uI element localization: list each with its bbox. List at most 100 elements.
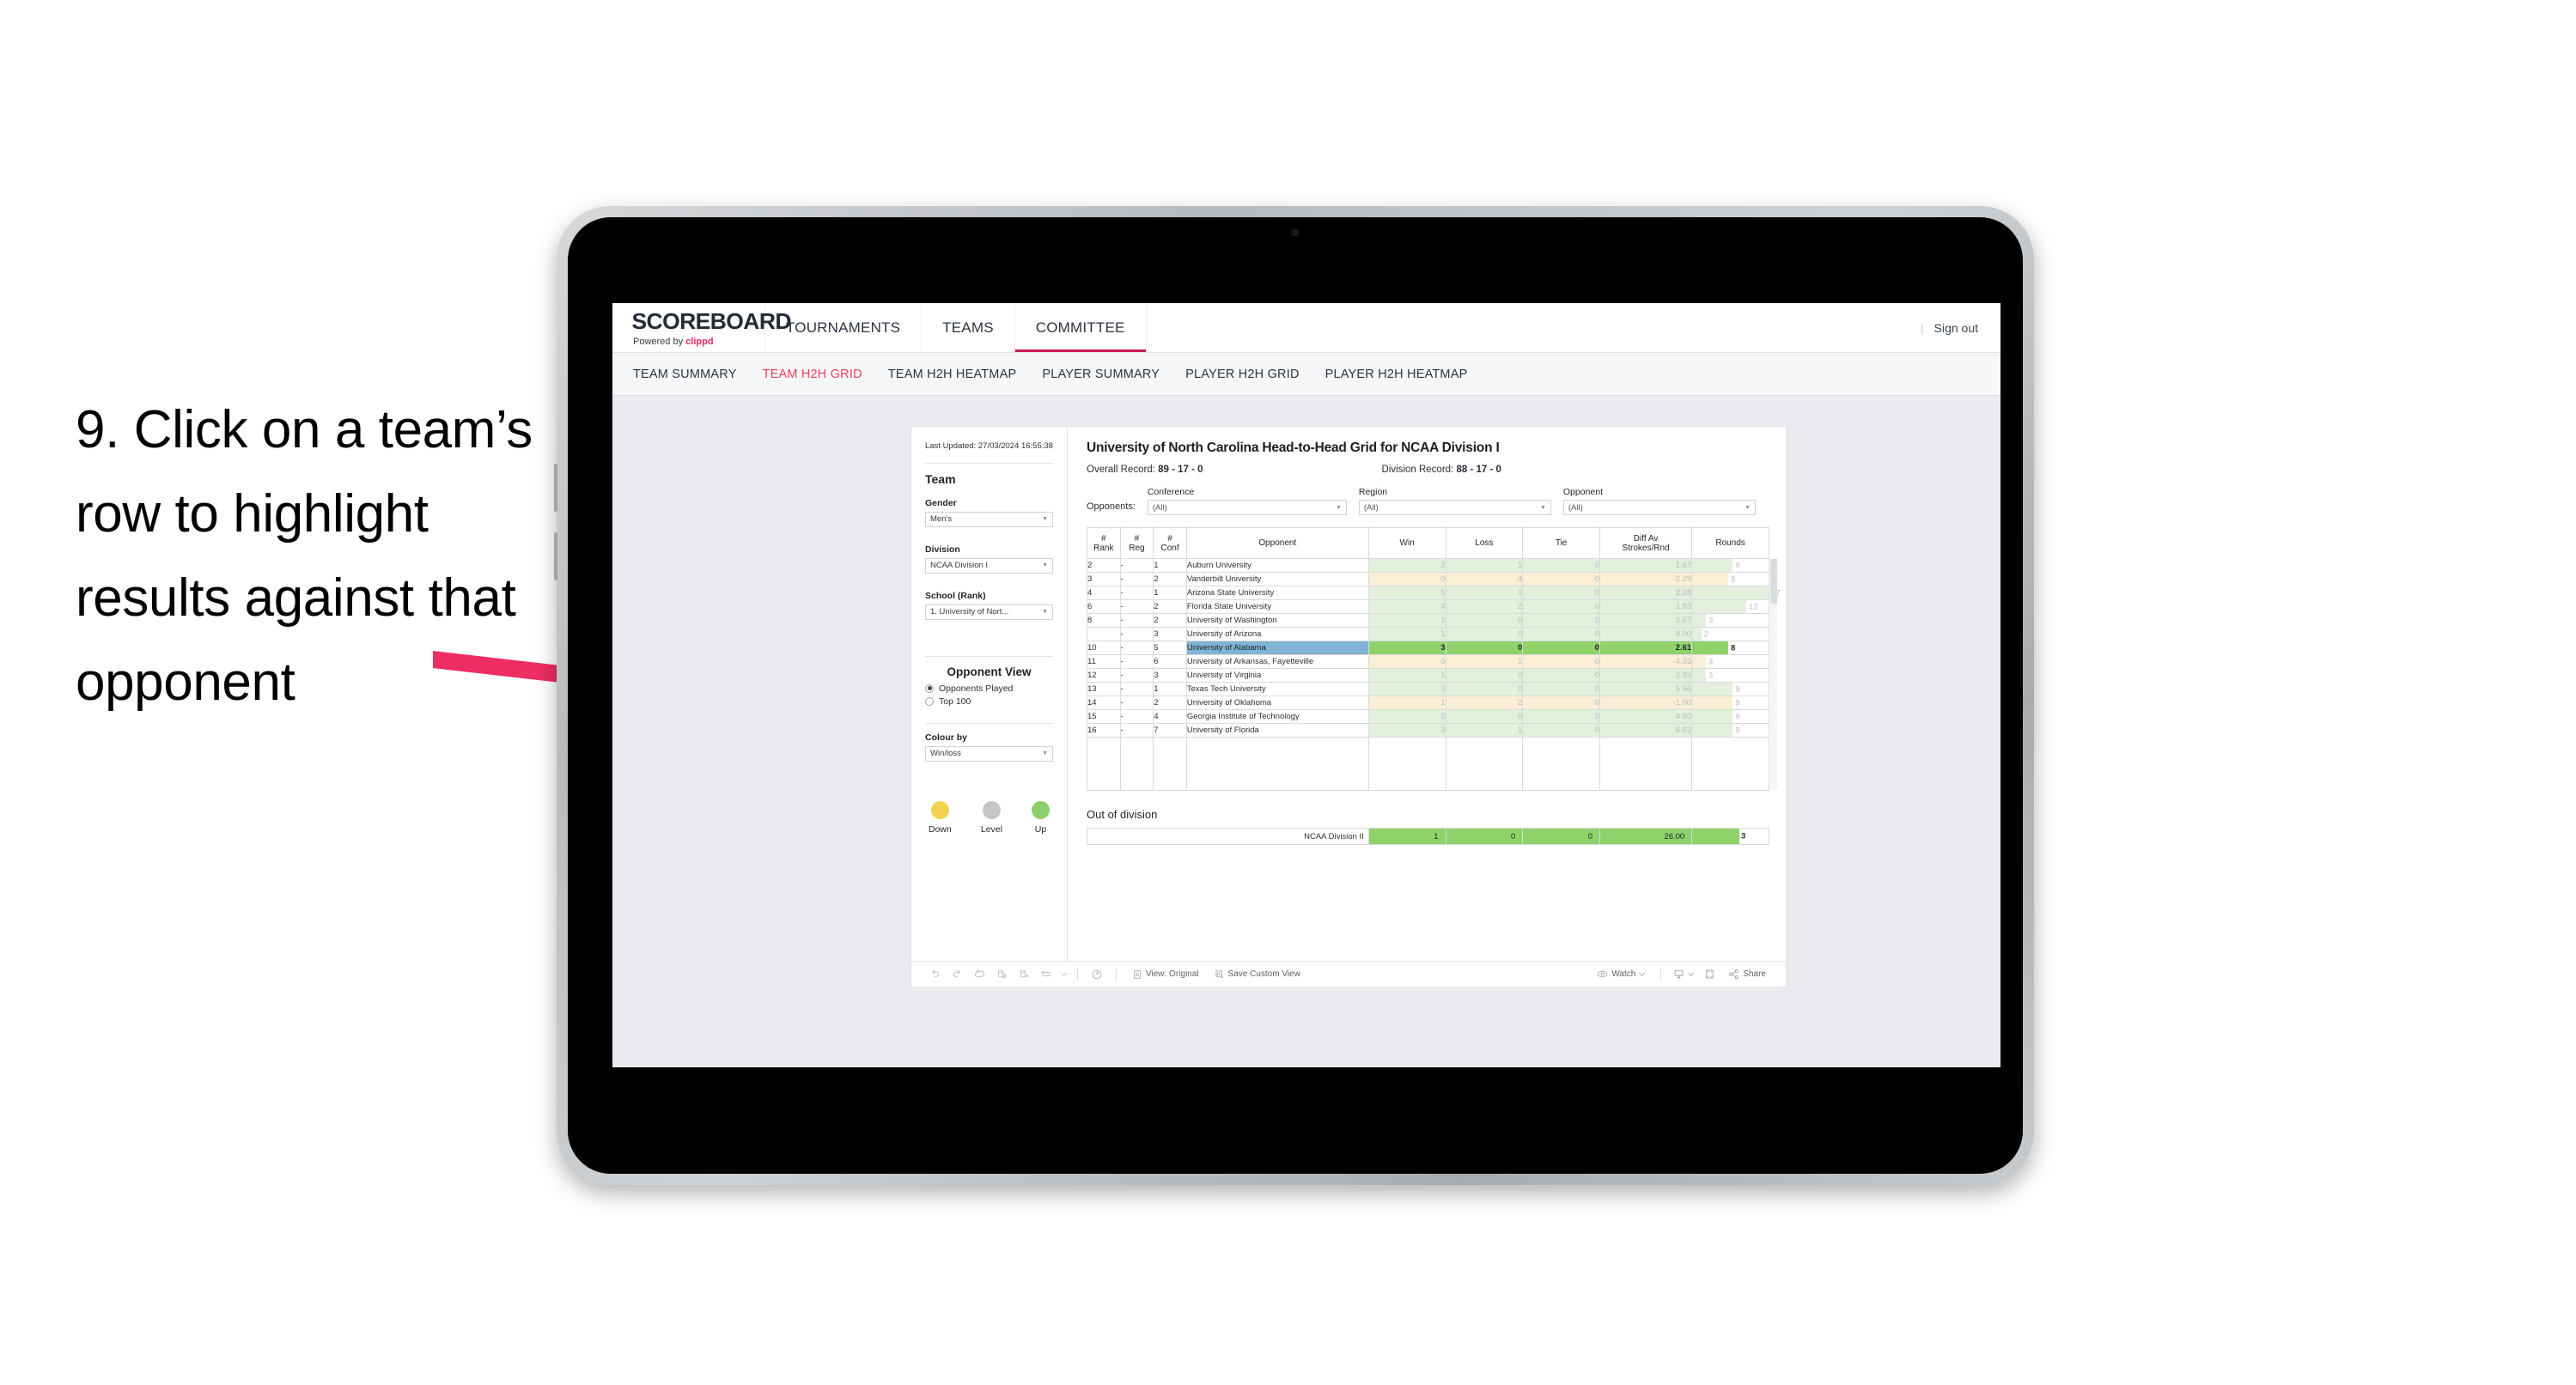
nav-tab-tournaments[interactable]: TOURNAMENTS bbox=[765, 303, 923, 352]
rounds-value: 12 bbox=[1748, 602, 1758, 611]
refresh-data-icon[interactable] bbox=[990, 965, 1013, 984]
toolbar-divider-2 bbox=[1116, 968, 1117, 981]
app-logo[interactable]: SCOREBOARD Powered by clippd bbox=[612, 303, 792, 352]
table-row[interactable]: 10-5 University of Alabama 3 0 0 2.61 8 bbox=[1087, 641, 1769, 655]
table-row[interactable]: 2-1 Auburn University 2 1 0 1.67 9 bbox=[1087, 558, 1769, 573]
subnav-team-summary[interactable]: TEAM SUMMARY bbox=[633, 368, 737, 381]
loop-icon[interactable] bbox=[1035, 965, 1057, 984]
table-row[interactable]: -3 University of Arizona 1 0 0 9.00 2 bbox=[1087, 627, 1769, 641]
rounds-bar bbox=[1692, 696, 1733, 709]
grid-vertical-scrollbar[interactable] bbox=[1770, 559, 1777, 789]
table-row[interactable]: 14-2 University of Oklahoma 1 2 0 -1.00 9 bbox=[1087, 696, 1769, 710]
legend-item-up: Up bbox=[1032, 800, 1050, 835]
subnav-player-summary[interactable]: PLAYER SUMMARY bbox=[1042, 368, 1160, 381]
cell-rank: 13 bbox=[1087, 682, 1121, 696]
subnav-team-h2h-grid[interactable]: TEAM H2H GRID bbox=[763, 368, 862, 381]
cell-loss: 1 bbox=[1445, 654, 1524, 669]
colour-by-label: Colour by bbox=[925, 732, 967, 743]
subnav-team-h2h-heatmap[interactable]: TEAM H2H HEATMAP bbox=[888, 368, 1017, 381]
colour-by-dropdown[interactable]: Win/loss ▼ bbox=[925, 745, 1053, 762]
cell-reg: - bbox=[1119, 558, 1154, 573]
conference-filter-value: (All) bbox=[1152, 502, 1167, 513]
download-button[interactable] bbox=[1669, 969, 1698, 980]
rounds-value: 3 bbox=[1708, 671, 1714, 680]
radio-opponents-played[interactable]: Opponents Played bbox=[925, 683, 1053, 694]
eye-icon bbox=[1598, 970, 1608, 978]
gender-dropdown[interactable]: Men’s ▼ bbox=[925, 511, 1053, 527]
cell-rank: 12 bbox=[1087, 668, 1121, 683]
cell-rank: 16 bbox=[1087, 723, 1121, 738]
cell-win: 1 bbox=[1367, 696, 1446, 710]
save-custom-view-button[interactable]: Save Custom View bbox=[1207, 969, 1308, 980]
table-row[interactable]: 16-7 University of Florida 3 1 0 6.62 9 bbox=[1087, 723, 1769, 738]
out-of-division-row[interactable]: NCAA Division II 1 0 0 26.00 3 bbox=[1087, 828, 1769, 845]
radio-top-100[interactable]: Top 100 bbox=[925, 696, 1053, 707]
table-row[interactable]: 8-2 University of Washington 1 0 0 3.67 3 bbox=[1087, 613, 1769, 628]
sign-out-link[interactable]: Sign out bbox=[1934, 321, 1978, 335]
rounds-bar bbox=[1692, 683, 1733, 696]
subnav-player-h2h-grid[interactable]: PLAYER H2H GRID bbox=[1185, 368, 1299, 381]
table-row[interactable]: 3-2 Vanderbilt University 0 4 0 -2.29 8 bbox=[1087, 572, 1769, 586]
revert-icon[interactable] bbox=[968, 965, 990, 984]
cell-win: 1 bbox=[1367, 627, 1446, 641]
grid-scrollbar-thumb[interactable] bbox=[1770, 559, 1777, 604]
nav-tab-committee[interactable]: COMMITTEE bbox=[1014, 303, 1147, 352]
nav-tab-teams[interactable]: TEAMS bbox=[922, 303, 1015, 352]
subnav-player-h2h-heatmap[interactable]: PLAYER H2H HEATMAP bbox=[1325, 368, 1468, 381]
header-separator: | bbox=[1920, 320, 1924, 335]
table-row[interactable]: 13-1 Texas Tech University 3 0 0 5.56 9 bbox=[1087, 682, 1769, 696]
chevron-down-icon: ▼ bbox=[1042, 750, 1048, 757]
view-original-button[interactable]: View: Original bbox=[1124, 969, 1207, 980]
share-button[interactable]: Share bbox=[1720, 969, 1774, 980]
table-row[interactable]: 15-4 Georgia Institute of Technology 5 0 0 4.… bbox=[1087, 709, 1769, 724]
cell-reg: - bbox=[1119, 599, 1154, 614]
chevron-down-icon: ▼ bbox=[1042, 609, 1048, 616]
cell-loss: 0 bbox=[1445, 709, 1524, 724]
cell-diff: -4.33 bbox=[1599, 654, 1693, 669]
cell-blank bbox=[1367, 737, 1446, 791]
app-header: SCOREBOARD Powered by clippd TOURNAMENTS… bbox=[612, 303, 2001, 353]
watch-button[interactable]: Watch bbox=[1589, 969, 1653, 980]
ood-diff: 26.00 bbox=[1599, 828, 1693, 845]
full-screen-icon[interactable] bbox=[1698, 965, 1720, 984]
conference-filter: Conference (All) ▼ bbox=[1147, 487, 1347, 515]
opponent-filter-dropdown[interactable]: (All) ▼ bbox=[1562, 500, 1756, 515]
rounds-bar bbox=[1692, 724, 1733, 737]
col-rank: # Rank bbox=[1087, 527, 1121, 559]
chevron-down-icon: ▼ bbox=[1335, 504, 1342, 511]
col-conf: # Conf bbox=[1153, 527, 1187, 559]
cell-rounds: 9 bbox=[1691, 723, 1769, 738]
loop-dropdown-icon[interactable] bbox=[1057, 965, 1069, 984]
h2h-grid-head: # Rank # Reg # Conf Opponent Win Loss Tie bbox=[1087, 527, 1769, 559]
school-dropdown[interactable]: 1. University of Nort... ▼ bbox=[925, 604, 1053, 620]
rounds-value: 3 bbox=[1708, 616, 1714, 625]
cell-rounds: 2 bbox=[1691, 627, 1769, 641]
cell-conf: 2 bbox=[1153, 599, 1187, 614]
share-label: Share bbox=[1743, 969, 1766, 979]
division-dropdown[interactable]: NCAA Division I ▼ bbox=[925, 557, 1053, 574]
cell-conf: 4 bbox=[1153, 709, 1187, 724]
pause-refresh-icon[interactable] bbox=[1086, 965, 1108, 984]
rounds-bar bbox=[1692, 586, 1769, 599]
app-header-right: | Sign out bbox=[1921, 303, 2001, 352]
cell-diff: 1.67 bbox=[1599, 558, 1693, 573]
table-row[interactable]: 4-1Arizona State University5102.2817 bbox=[1087, 586, 1781, 600]
table-row[interactable]: 11-6 University of Arkansas, Fayetteville… bbox=[1087, 654, 1769, 669]
pause-auto-update-icon[interactable] bbox=[1013, 965, 1035, 984]
region-filter-dropdown[interactable]: (All) ▼ bbox=[1358, 500, 1551, 515]
table-row[interactable]: 6-2 Florida State University 4 2 0 1.83 12 bbox=[1087, 599, 1769, 614]
legend-label-down: Down bbox=[929, 823, 952, 835]
cell-tie: 0 bbox=[1522, 641, 1600, 655]
table-row[interactable]: 12-3 University of Virginia 1 0 0 2.33 3 bbox=[1087, 668, 1769, 683]
redo-icon[interactable] bbox=[946, 965, 968, 984]
rounds-bar bbox=[1692, 669, 1706, 682]
browser-viewport: SCOREBOARD Powered by clippd TOURNAMENTS… bbox=[612, 303, 2001, 1067]
school-value: 1. University of Nort... bbox=[930, 607, 1009, 617]
rounds-bar bbox=[1692, 641, 1728, 654]
cell-diff: 2.33 bbox=[1599, 668, 1693, 683]
cell-tie: 0 bbox=[1522, 558, 1600, 573]
legend-dot-up bbox=[1032, 800, 1050, 819]
undo-icon[interactable] bbox=[923, 965, 946, 984]
cell-reg: - bbox=[1119, 613, 1154, 628]
conference-filter-dropdown[interactable]: (All) ▼ bbox=[1147, 500, 1347, 515]
